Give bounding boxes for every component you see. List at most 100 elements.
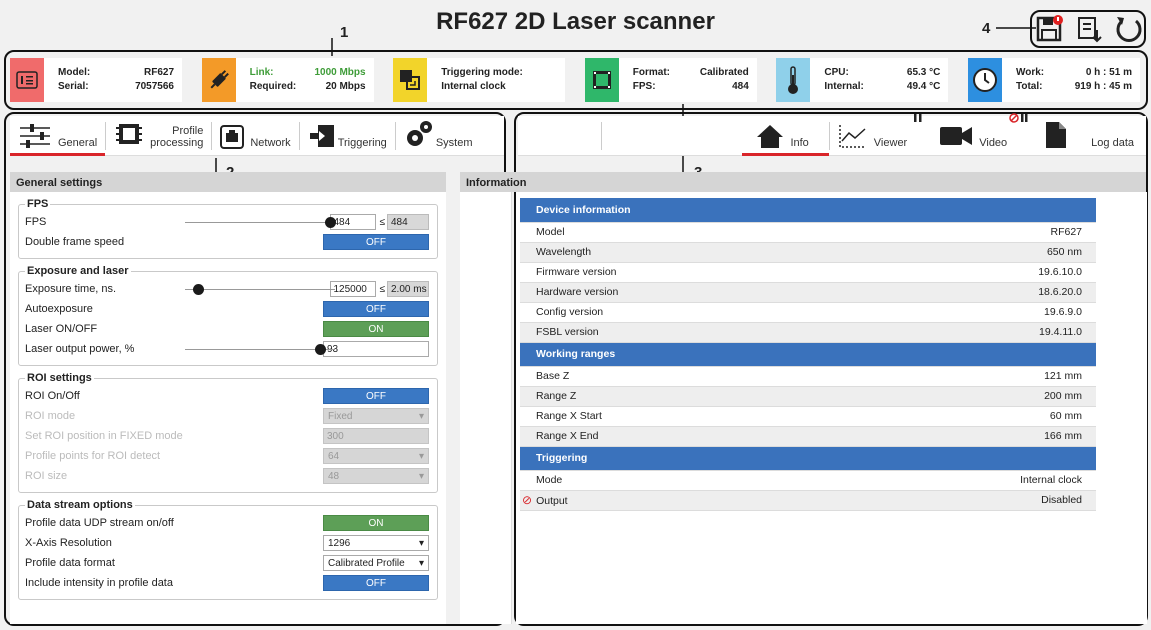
information-header: Information — [460, 172, 1146, 192]
format-label: Format: — [632, 67, 671, 78]
trigger-key: Output — [536, 495, 568, 507]
ethernet-icon — [220, 125, 245, 149]
fps-slider-knob[interactable] — [325, 217, 336, 228]
trigger-key: Mode — [520, 470, 829, 491]
serial-label: Serial: — [58, 81, 89, 92]
link-value: 1000 Mbps — [314, 67, 366, 78]
laser-power-input[interactable]: 93 — [323, 341, 429, 357]
x-resolution-select[interactable]: 1296 ▾ — [323, 535, 429, 551]
trigger-icon — [393, 58, 428, 102]
tab-info[interactable]: Info — [742, 115, 830, 156]
format-value: Calibrated — [699, 67, 749, 78]
roi-position-row: Set ROI position in FIXED mode 300 — [25, 426, 429, 446]
device-key: Firmware version — [520, 262, 829, 283]
roi-position-label: Set ROI position in FIXED mode — [25, 430, 183, 442]
trigger-mode-value: Internal clock — [441, 81, 506, 92]
fps-slider[interactable] — [185, 217, 336, 228]
fps-max-value: 484 — [387, 214, 429, 230]
serial-value: 7057566 — [135, 81, 174, 92]
status-bar: Model: RF627 Serial: 7057566 Link: 1000 Mbp… — [10, 58, 1140, 102]
range-key: Range X Start — [520, 406, 829, 427]
tab-viewer-label: Viewer — [873, 137, 908, 149]
tab-general[interactable]: General — [10, 115, 106, 156]
tab-log-data[interactable]: Log data — [1037, 115, 1146, 155]
exposure-input[interactable]: 125000 — [329, 281, 376, 297]
total-value: 919 h : 45 m — [1074, 81, 1132, 92]
profile-format-value: Calibrated Profile — [328, 557, 405, 569]
video-camera-icon — [940, 127, 973, 145]
required-label: Required: — [249, 81, 297, 92]
tab-triggering[interactable]: Triggering — [300, 115, 395, 155]
status-card-model: Model: RF627 Serial: 7057566 — [10, 58, 182, 102]
udp-stream-row: Profile data UDP stream on/off ON — [25, 513, 429, 533]
tab-profile-processing[interactable]: Profile processing — [106, 115, 211, 155]
tab-system[interactable]: System — [396, 115, 481, 155]
laser-label: Laser ON/OFF — [25, 323, 98, 335]
autoexposure-toggle[interactable]: OFF — [323, 301, 429, 317]
tab-triggering-label: Triggering — [337, 137, 387, 149]
laser-power-row: Laser output power, % 93 — [25, 339, 429, 359]
roi-toggle[interactable]: OFF — [323, 388, 429, 404]
udp-stream-toggle[interactable]: ON — [323, 515, 429, 531]
device-key: Hardware version — [520, 282, 829, 303]
general-settings-header: General settings — [10, 172, 446, 192]
profile-format-select[interactable]: Calibrated Profile ▾ — [323, 555, 429, 571]
profile-format-row: Profile data format Calibrated Profile ▾ — [25, 553, 429, 573]
trigger-mode-label: Triggering mode: — [441, 67, 523, 78]
status-card-trigger: Triggering mode: Internal clock — [393, 58, 566, 102]
table-row: Range X Start 60 mm — [520, 406, 1096, 427]
refresh-icon[interactable] — [1112, 12, 1146, 46]
file-icon — [1046, 122, 1067, 148]
save-icon[interactable] — [1032, 12, 1066, 46]
exposure-row: Exposure time, ns. 125000 ≤ 2.00 ms — [25, 279, 429, 299]
fps-row: FPS 484 ≤ 484 — [25, 212, 429, 232]
required-value: 20 Mbps — [325, 81, 366, 92]
device-value: RF627 — [828, 222, 1096, 243]
device-key: Config version — [520, 302, 829, 323]
plug-icon — [201, 58, 236, 102]
fps-group-title: FPS — [27, 198, 49, 210]
export-icon[interactable] — [1072, 12, 1106, 46]
tab-log-label: Log data — [1091, 137, 1134, 149]
internal-label: Internal: — [824, 81, 864, 92]
profile-format-label: Profile data format — [25, 557, 115, 569]
table-row: Range X End 166 mm — [520, 426, 1096, 447]
tab-viewer[interactable]: Viewer — [830, 114, 931, 155]
intensity-toggle[interactable]: OFF — [323, 575, 429, 591]
roi-size-select: 48 ▾ — [323, 468, 429, 484]
exposure-slider[interactable] — [185, 284, 335, 295]
exposure-group: Exposure and laser Exposure time, ns. 12… — [18, 265, 438, 366]
film-icon — [584, 58, 619, 102]
fps-input[interactable]: 484 — [329, 214, 376, 230]
udp-stream-label: Profile data UDP stream on/off — [25, 517, 174, 529]
chevron-down-icon: ▾ — [418, 410, 424, 422]
sliders-icon — [20, 124, 50, 148]
exposure-max-sign: ≤ — [379, 283, 386, 295]
table-row: Firmware version 19.6.10.0 — [520, 262, 1096, 283]
double-frame-row: Double frame speed OFF — [25, 232, 429, 252]
data-stream-group-title: Data stream options — [27, 499, 133, 511]
fps-label: FPS: — [632, 81, 656, 92]
info-side-strip — [460, 192, 512, 624]
laser-toggle[interactable]: ON — [323, 321, 429, 337]
tab-video[interactable]: Video — [931, 113, 1037, 155]
x-resolution-row: X-Axis Resolution 1296 ▾ — [25, 533, 429, 553]
roi-onoff-label: ROI On/Off — [25, 390, 80, 402]
status-card-work: Work: 0 h : 51 m Total: 919 h : 45 m — [967, 58, 1140, 102]
double-frame-toggle[interactable]: OFF — [323, 234, 429, 250]
view-tabs: Info Viewer Video Log data — [518, 113, 1146, 156]
table-row: Wavelength 650 nm — [520, 242, 1096, 263]
range-value: 60 mm — [828, 406, 1096, 427]
roi-points-select: 64 ▾ — [323, 448, 429, 464]
top-actions — [1032, 12, 1146, 46]
roi-points-value: 64 — [328, 450, 340, 462]
tab-general-label: General — [58, 137, 98, 149]
model-label: Model: — [58, 67, 91, 78]
tab-network[interactable]: Network — [212, 115, 298, 155]
roi-size-label: ROI size — [25, 470, 68, 482]
table-row: Range Z 200 mm — [520, 386, 1096, 407]
status-card-link: Link: 1000 Mbps Required: 20 Mbps — [201, 58, 374, 102]
laser-power-slider[interactable] — [185, 344, 335, 355]
chevron-down-icon: ▾ — [418, 557, 424, 569]
general-settings-panel: FPS FPS 484 ≤ 484 Double frame speed OFF… — [10, 192, 446, 624]
